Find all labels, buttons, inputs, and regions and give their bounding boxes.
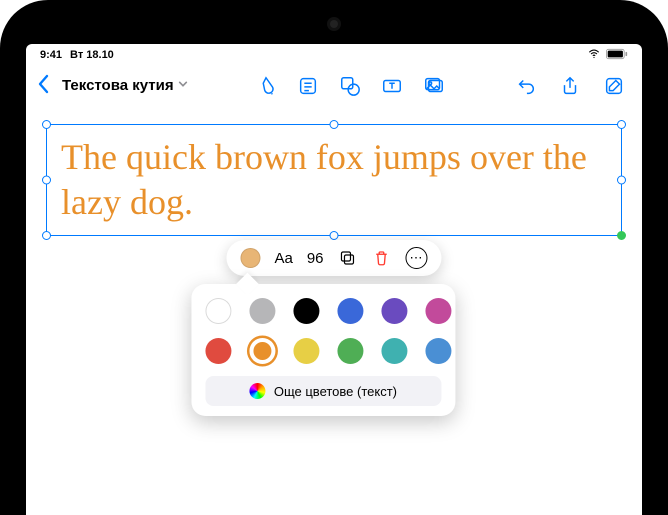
status-time: 9:41 xyxy=(40,49,62,61)
color-swatch-red[interactable] xyxy=(205,338,231,364)
status-bar: 9:41 Вт 18.10 xyxy=(26,44,642,66)
resize-handle-br[interactable] xyxy=(617,231,626,240)
title-text: Текстова кутия xyxy=(62,77,174,94)
color-swatch-purple[interactable] xyxy=(381,298,407,324)
swatch-grid xyxy=(205,298,441,364)
more-colors-button[interactable]: Още цветове (текст) xyxy=(205,376,441,406)
textbox-tool-button[interactable] xyxy=(378,72,406,100)
wifi-icon xyxy=(587,47,601,64)
share-button[interactable] xyxy=(556,72,584,100)
color-swatch-blue[interactable] xyxy=(337,298,363,324)
resize-handle-bm[interactable] xyxy=(330,231,339,240)
resize-handle-mr[interactable] xyxy=(617,176,626,185)
selected-text-box[interactable]: The quick brown fox jumps over the lazy … xyxy=(46,124,622,236)
color-swatch-lightblue[interactable] xyxy=(425,338,451,364)
color-swatch-white[interactable] xyxy=(205,298,231,324)
back-button[interactable] xyxy=(36,74,50,98)
resize-handle-tr[interactable] xyxy=(617,120,626,129)
toolbar: Текстова кутия xyxy=(26,66,642,106)
more-colors-label: Още цветове (текст) xyxy=(274,384,397,399)
color-picker-popover: Още цветове (текст) xyxy=(191,284,455,416)
draw-tool-button[interactable] xyxy=(252,72,280,100)
more-options-button[interactable]: ⋯ xyxy=(406,247,428,269)
resize-handle-bl[interactable] xyxy=(42,231,51,240)
document-title[interactable]: Текстова кутия xyxy=(62,77,188,94)
font-size-button[interactable]: 96 xyxy=(307,250,324,267)
note-tool-button[interactable] xyxy=(294,72,322,100)
status-indicators xyxy=(587,47,628,64)
color-swatch-gray[interactable] xyxy=(249,298,275,324)
current-color-swatch[interactable] xyxy=(240,248,260,268)
resize-handle-tm[interactable] xyxy=(330,120,339,129)
battery-icon xyxy=(606,48,628,63)
color-swatch-green[interactable] xyxy=(337,338,363,364)
text-edit-bar: Aa 96 ⋯ xyxy=(226,240,441,276)
color-swatch-magenta[interactable] xyxy=(425,298,451,324)
resize-handle-ml[interactable] xyxy=(42,176,51,185)
chevron-down-icon xyxy=(178,79,188,92)
font-style-button[interactable]: Aa xyxy=(274,250,292,267)
resize-handle-tl[interactable] xyxy=(42,120,51,129)
delete-button[interactable] xyxy=(372,248,392,268)
undo-button[interactable] xyxy=(512,72,540,100)
shapes-tool-button[interactable] xyxy=(336,72,364,100)
color-swatch-teal[interactable] xyxy=(381,338,407,364)
color-swatch-orange[interactable] xyxy=(249,338,275,364)
color-swatch-black[interactable] xyxy=(293,298,319,324)
color-swatch-yellow[interactable] xyxy=(293,338,319,364)
front-camera xyxy=(330,20,338,28)
status-date: Вт 18.10 xyxy=(70,49,114,61)
screen: 9:41 Вт 18.10 Текстова кутия xyxy=(26,44,642,515)
device-bezel: 9:41 Вт 18.10 Текстова кутия xyxy=(0,0,668,515)
duplicate-button[interactable] xyxy=(338,248,358,268)
text-box-content: The quick brown fox jumps over the lazy … xyxy=(61,137,587,222)
color-wheel-icon xyxy=(250,383,266,399)
compose-button[interactable] xyxy=(600,72,628,100)
media-tool-button[interactable] xyxy=(420,72,448,100)
canvas[interactable]: The quick brown fox jumps over the lazy … xyxy=(26,106,642,515)
